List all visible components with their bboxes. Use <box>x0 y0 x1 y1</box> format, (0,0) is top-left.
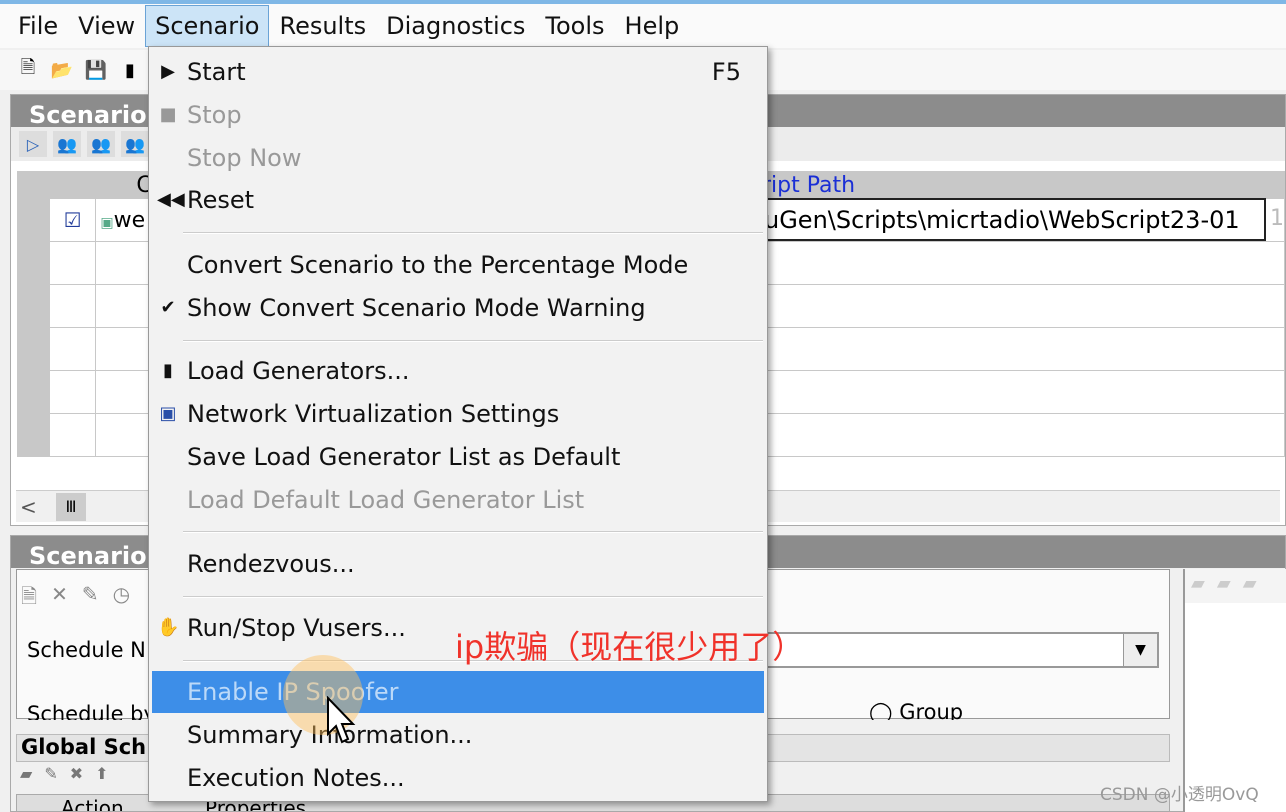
scroll-left-icon[interactable]: < <box>20 495 37 519</box>
menu-file[interactable]: File <box>8 5 68 47</box>
menu-help[interactable]: Help <box>615 5 690 47</box>
menu-item-label: Network Virtualization Settings <box>187 400 560 428</box>
load-generator-icon: ▮ <box>163 360 173 381</box>
mouse-cursor-icon <box>327 696 356 744</box>
vuser-icon: ✋ <box>157 617 180 638</box>
action-column-header[interactable]: Action <box>61 795 124 811</box>
menu-item-load-default-lg[interactable]: Load Default Load Generator List <box>149 479 767 521</box>
add-icon[interactable]: ▰ <box>1191 573 1205 599</box>
group-name: we <box>113 207 146 233</box>
menu-item-label: Reset <box>187 186 255 214</box>
separator <box>183 232 763 234</box>
schedule-by-label: Schedule by <box>27 702 156 720</box>
menu-item-label: Rendezvous... <box>187 550 355 578</box>
menu-item-network-virtualization[interactable]: ▣ Network Virtualization Settings <box>149 393 767 435</box>
menu-item-summary-information[interactable]: Summary Information... <box>149 714 767 756</box>
separator <box>183 531 763 533</box>
checkbox-checked-icon[interactable]: ☑ <box>48 198 97 242</box>
menu-item-execution-notes[interactable]: Execution Notes... <box>149 757 767 799</box>
rename-icon[interactable]: ✎ <box>82 582 99 616</box>
menu-item-label: Load Generators... <box>187 357 410 385</box>
vusers-icon[interactable]: 👥 <box>53 131 81 157</box>
menu-item-show-warning[interactable]: ✔ Show Convert Scenario Mode Warning <box>149 287 767 329</box>
save-icon[interactable]: 💾 <box>84 59 108 81</box>
scroll-thumb[interactable]: Ⅲ <box>56 493 86 521</box>
menu-bar: File View Scenario Results Diagnostics T… <box>0 4 1286 48</box>
edit-action-icon[interactable]: ✎ <box>44 764 57 783</box>
menu-item-label: Stop <box>187 101 242 129</box>
remove-group-icon[interactable]: 👥 <box>121 131 149 157</box>
separator <box>183 596 763 598</box>
clock-icon[interactable]: ◷ <box>113 582 130 616</box>
load-generators-icon[interactable]: ▮ <box>118 59 142 81</box>
menu-item-label: Start <box>187 58 246 86</box>
watermark: CSDN @小透明OvQ <box>1100 785 1259 805</box>
delete-icon[interactable]: ✕ <box>51 582 68 616</box>
menu-item-label: Save Load Generator List as Default <box>187 443 621 471</box>
menu-item-label: Show Convert Scenario Mode Warning <box>187 294 646 322</box>
menu-item-label: Stop Now <box>187 144 302 172</box>
check-icon: ✔ <box>160 297 176 318</box>
menu-item-label: Execution Notes... <box>187 764 405 792</box>
menu-diagnostics[interactable]: Diagnostics <box>376 5 535 47</box>
menu-item-enable-ip-spoofer[interactable]: Enable IP Spoofer <box>152 671 764 713</box>
menu-view[interactable]: View <box>68 5 145 47</box>
menu-scenario[interactable]: Scenario <box>145 5 270 47</box>
play-icon: ▶ <box>161 61 175 82</box>
annotation-text: ip欺骗（现在很少用了） <box>455 628 805 666</box>
script-path-header[interactable]: ript Path <box>760 172 1266 198</box>
play-icon[interactable]: ▷ <box>19 131 47 157</box>
edit-icon[interactable]: ▰ <box>1217 573 1231 599</box>
rewind-icon: ◀◀ <box>157 189 185 210</box>
menu-item-label: Convert Scenario to the Percentage Mode <box>187 251 689 279</box>
delete-action-icon[interactable]: ✖ <box>70 764 83 783</box>
new-scenario-icon[interactable]: 🗎 <box>16 57 40 81</box>
menu-item-stop-now[interactable]: Stop Now <box>149 137 767 179</box>
script-path-cell[interactable]: uGen\Scripts\micrtadio\WebScript23-01 <box>760 198 1266 241</box>
menu-item-stop[interactable]: ■ Stop <box>149 94 767 136</box>
group-radio[interactable]: ◯ Group <box>869 700 963 720</box>
stop-icon: ■ <box>159 104 177 125</box>
menu-item-load-generators[interactable]: ▮ Load Generators... <box>149 350 767 392</box>
new-schedule-icon[interactable]: 🗎 <box>21 582 37 616</box>
delete-icon[interactable]: ▰ <box>1243 573 1257 599</box>
menu-item-rendezvous[interactable]: Rendezvous... <box>149 543 767 585</box>
menu-tools[interactable]: Tools <box>535 5 614 47</box>
scenario-dropdown-menu: ▶ Start F5 ■ Stop Stop Now ◀◀ Reset Convert … <box>148 46 768 802</box>
menu-item-save-lg-default[interactable]: Save Load Generator List as Default <box>149 436 767 478</box>
add-action-icon[interactable]: ▰ <box>20 764 32 783</box>
open-folder-icon[interactable]: 📂 <box>50 59 74 81</box>
menu-item-label: Run/Stop Vusers... <box>187 614 406 642</box>
script-icon: ▣ <box>100 214 114 231</box>
menu-results[interactable]: Results <box>269 5 376 47</box>
dropdown-arrow-icon[interactable]: ▼ <box>1123 634 1157 666</box>
separator <box>183 340 763 342</box>
global-schedule-toolbar: ▰ ✎ ✖ ⬆ <box>20 764 109 783</box>
menu-item-start[interactable]: ▶ Start F5 <box>149 51 767 93</box>
network-icon: ▣ <box>159 403 177 424</box>
menu-item-label: Load Default Load Generator List <box>187 486 585 514</box>
shortcut: F5 <box>711 58 741 86</box>
group-radio-label: Group <box>899 700 964 720</box>
menu-item-reset[interactable]: ◀◀ Reset <box>149 179 767 221</box>
add-group-icon[interactable]: 👥 <box>87 131 115 157</box>
move-up-icon[interactable]: ⬆ <box>95 764 108 783</box>
menu-item-convert-percentage[interactable]: Convert Scenario to the Percentage Mode <box>149 244 767 286</box>
schedule-graph-panel: ▰ ▰ ▰ <box>1183 569 1286 812</box>
next-column-cell: 1( <box>1270 206 1286 231</box>
schedule-name-label: Schedule N <box>27 638 146 662</box>
